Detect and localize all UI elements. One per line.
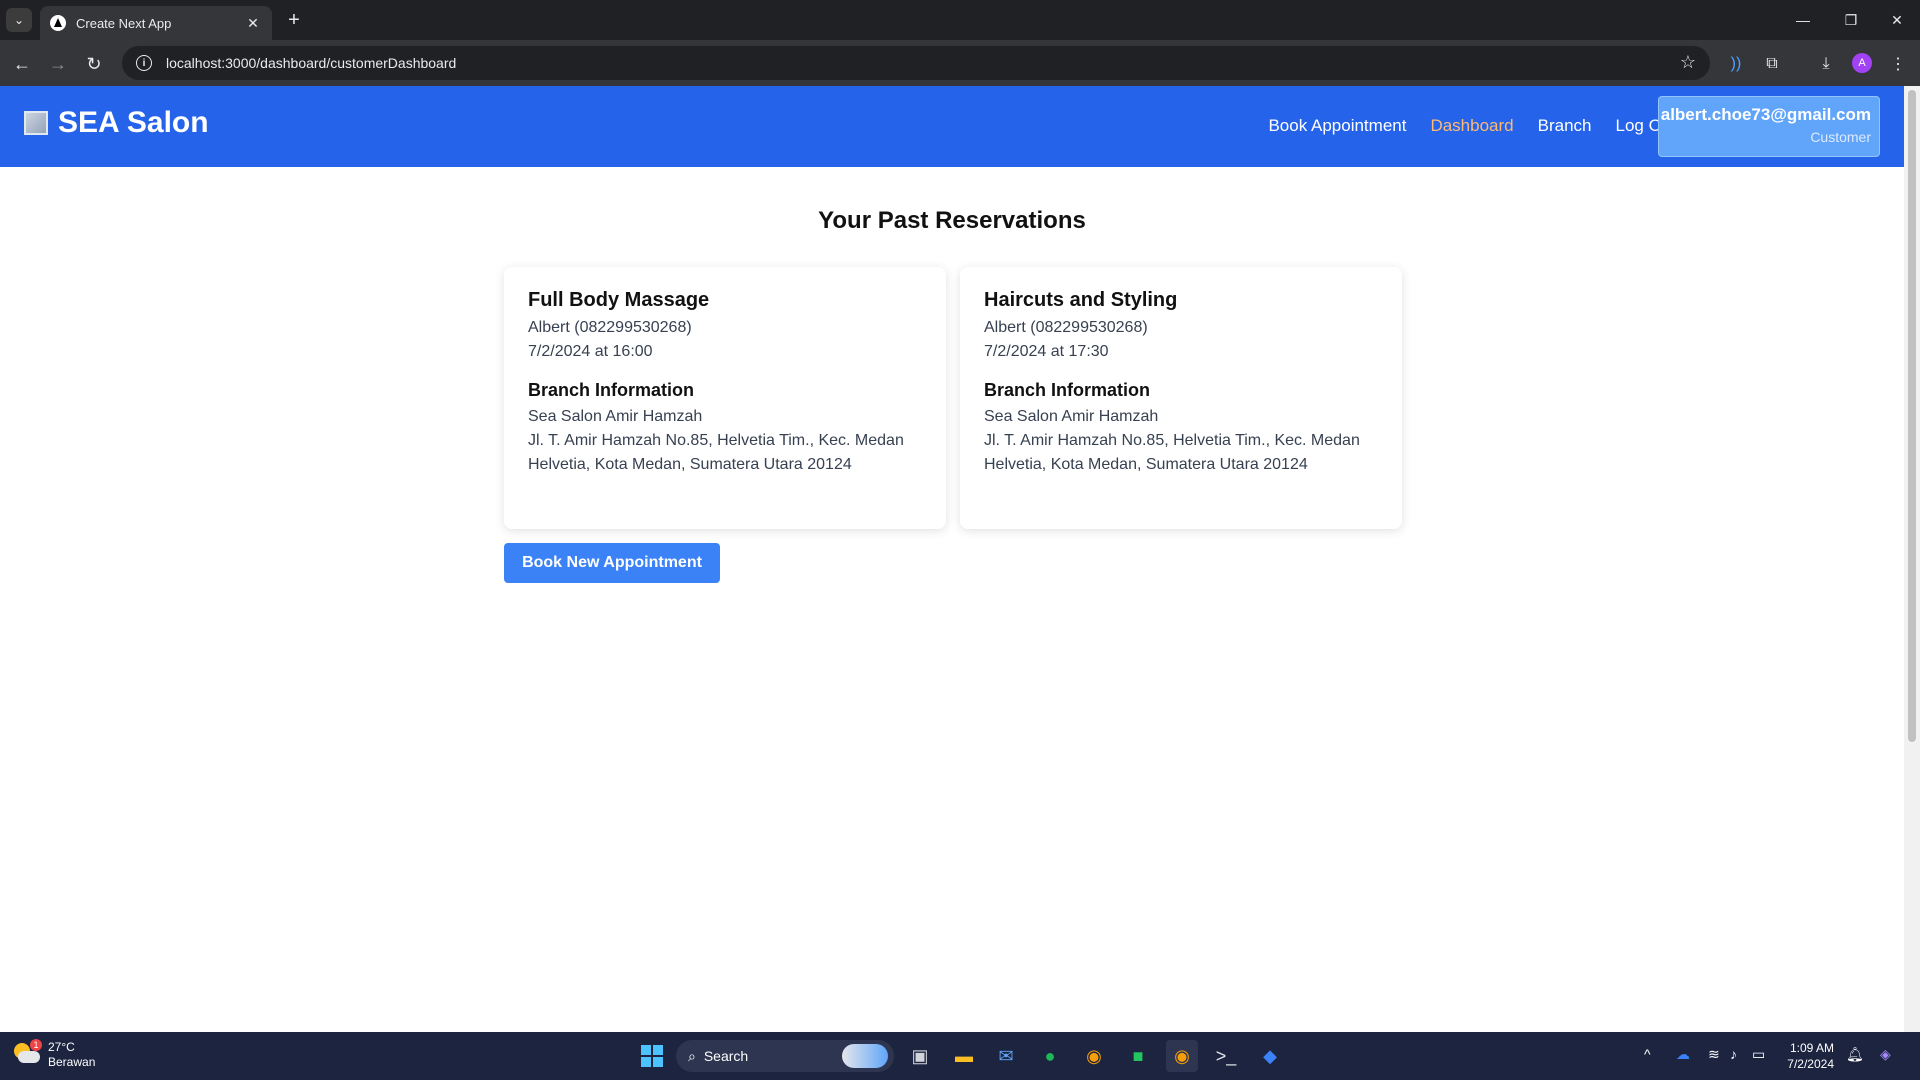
reservation-customer: Albert (082299530268) [984, 319, 1148, 336]
site-header: SEA Salon Book Appointment Dashboard Bra… [0, 86, 1904, 167]
brand[interactable]: SEA Salon [24, 106, 209, 140]
branch-info-heading: Branch Information [528, 380, 695, 400]
new-tab-button[interactable]: + [282, 9, 306, 33]
browser-toolbar: ← → ↻ i localhost:3000/dashboard/custome… [0, 40, 1920, 86]
reservation-service: Haircuts and Styling [984, 289, 1178, 311]
clock-date: 7/2/2024 [1787, 1057, 1834, 1071]
clock-time: 1:09 AM [1789, 1041, 1834, 1055]
restore-button[interactable]: ❐ [1828, 0, 1874, 40]
branch-name: Sea Salon Amir Hamzah [528, 408, 703, 425]
spotify-icon[interactable]: ● [1034, 1040, 1066, 1072]
taskbar-search[interactable]: ⌕ Search [676, 1040, 894, 1072]
nav-branch[interactable]: Branch [1538, 116, 1592, 136]
forward-button[interactable]: → [44, 50, 72, 78]
weather-badge: 1 [30, 1039, 42, 1051]
nav-dashboard[interactable]: Dashboard [1430, 116, 1513, 136]
main-nav: Book Appointment Dashboard Branch Log Ou… [1268, 116, 1676, 136]
search-icon: ⌕ [688, 1047, 696, 1064]
browser-tabbar: ⌄ Create Next App ✕ + — ❐ ✕ [0, 0, 1920, 40]
task-view-icon[interactable]: ▣ [904, 1040, 936, 1072]
page-viewport: SEA Salon Book Appointment Dashboard Bra… [0, 86, 1904, 1032]
show-hidden-icons[interactable]: ^ [1644, 1046, 1651, 1062]
volume-icon[interactable]: ♪ [1730, 1046, 1737, 1062]
chrome-profile-icon[interactable]: ◉ [1166, 1040, 1198, 1072]
back-button[interactable]: ← [8, 50, 36, 78]
vscode-icon[interactable]: ◆ [1254, 1040, 1286, 1072]
reload-button[interactable]: ↻ [80, 50, 108, 78]
close-window-button[interactable]: ✕ [1874, 0, 1920, 40]
browser-tab[interactable]: Create Next App ✕ [40, 6, 272, 40]
line-app-icon[interactable]: ■ [1122, 1040, 1154, 1072]
chrome-icon[interactable]: ◉ [1078, 1040, 1110, 1072]
brand-name: SEA Salon [58, 106, 209, 139]
nextjs-favicon-icon [50, 15, 66, 31]
weather-desc: Berawan [48, 1055, 96, 1069]
profile-avatar[interactable]: A [1852, 53, 1872, 73]
site-info-icon[interactable]: i [136, 55, 152, 71]
weather-cloudy-icon: 1 [14, 1039, 42, 1067]
file-explorer-icon[interactable]: ▬ [948, 1040, 980, 1072]
start-button[interactable] [636, 1040, 668, 1072]
read-aloud-icon[interactable]: )) [1724, 52, 1748, 76]
address-url[interactable]: localhost:3000/dashboard/customerDashboa… [166, 55, 456, 71]
reservation-service: Full Body Massage [528, 289, 710, 311]
page-title: Your Past Reservations [818, 207, 1086, 234]
branch-name: Sea Salon Amir Hamzah [984, 408, 1159, 425]
branch-address: Jl. T. Amir Hamzah No.85, Helvetia Tim.,… [528, 432, 904, 473]
user-info-box[interactable]: albert.choe73@gmail.com Customer [1658, 96, 1880, 157]
taskbar-clock[interactable]: 1:09 AM 7/2/2024 [1782, 1040, 1834, 1072]
search-highlight-icon [842, 1044, 888, 1068]
notification-bell-icon[interactable]: 🔔︎ [1846, 1046, 1864, 1063]
weather-widget[interactable]: 1 27°C Berawan [14, 1039, 96, 1070]
reservation-card: Full Body Massage Albert (082299530268) … [504, 267, 946, 529]
nav-book-appointment[interactable]: Book Appointment [1268, 116, 1406, 136]
extensions-icon[interactable]: ⧉ [1760, 52, 1784, 76]
copilot-icon[interactable]: ◈ [1880, 1046, 1891, 1063]
address-bar[interactable]: i localhost:3000/dashboard/customerDashb… [122, 46, 1710, 80]
tab-search-button[interactable]: ⌄ [6, 8, 32, 32]
taskbar: 1 27°C Berawan ⌕ Search ▣ ▬ ✉ ● ◉ ■ ◉ >_… [0, 1032, 1920, 1080]
user-role: Customer [1810, 129, 1871, 145]
terminal-icon[interactable]: >_ [1210, 1040, 1242, 1072]
wifi-icon[interactable]: ≋ [1708, 1046, 1720, 1063]
tab-title: Create Next App [76, 15, 172, 31]
tab-close-icon[interactable]: ✕ [244, 15, 262, 32]
menu-icon[interactable]: ⋮ [1886, 52, 1910, 76]
onedrive-icon[interactable]: ☁ [1676, 1046, 1690, 1063]
weather-temp: 27°C [48, 1040, 75, 1054]
minimize-button[interactable]: — [1780, 0, 1826, 40]
bookmark-star-icon[interactable]: ☆ [1680, 52, 1696, 73]
taskbar-search-label: Search [703, 1048, 749, 1064]
reservation-datetime: 7/2/2024 at 16:00 [528, 343, 653, 360]
mail-icon[interactable]: ✉ [990, 1040, 1022, 1072]
salon-logo-icon [24, 111, 48, 135]
branch-address: Jl. T. Amir Hamzah No.85, Helvetia Tim.,… [984, 432, 1360, 473]
downloads-icon[interactable]: ⤓ [1814, 52, 1838, 76]
scrollbar-thumb[interactable] [1908, 90, 1916, 742]
windows-logo-icon [641, 1045, 663, 1067]
reservation-card: Haircuts and Styling Albert (08229953026… [960, 267, 1402, 529]
reservation-datetime: 7/2/2024 at 17:30 [984, 343, 1109, 360]
branch-info-heading: Branch Information [984, 380, 1151, 400]
user-email: albert.choe73@gmail.com [1660, 105, 1871, 124]
page-scrollbar[interactable] [1904, 86, 1920, 1032]
reservation-customer: Albert (082299530268) [528, 319, 692, 336]
book-new-appointment-button[interactable]: Book New Appointment [504, 543, 720, 583]
battery-icon[interactable]: ▭ [1752, 1046, 1765, 1063]
